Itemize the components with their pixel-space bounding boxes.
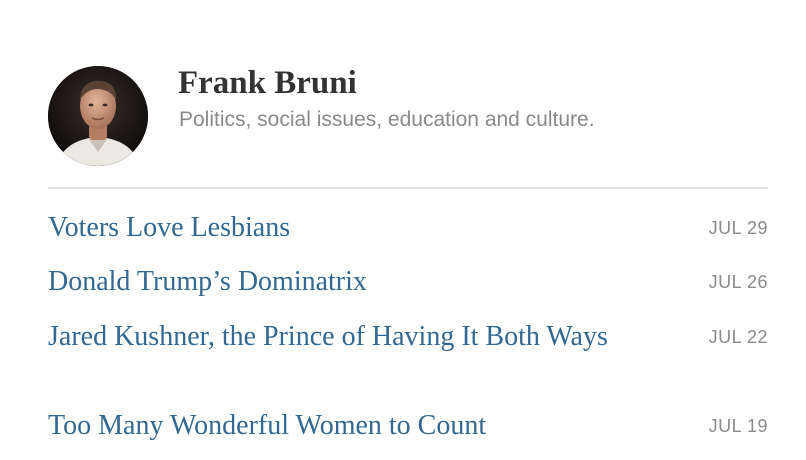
story-link[interactable]: Voters Love Lesbians (48, 210, 628, 246)
story-date: JUL 22 (708, 327, 768, 347)
story-item: Too Many Wonderful Women to Count JUL 19 (48, 408, 768, 444)
story-date: JUL 19 (708, 416, 768, 436)
divider (48, 187, 768, 189)
author-header: Frank Bruni Politics, social issues, edu… (48, 66, 768, 166)
story-link[interactable]: Too Many Wonderful Women to Count (48, 408, 628, 444)
author-avatar[interactable] (48, 66, 148, 166)
author-photo (48, 66, 148, 166)
story-item: Donald Trump’s Dominatrix JUL 26 (48, 264, 768, 300)
story-link[interactable]: Donald Trump’s Dominatrix (48, 264, 628, 300)
story-link[interactable]: Jared Kushner, the Prince of Having It B… (48, 319, 628, 355)
author-name[interactable]: Frank Bruni (178, 66, 357, 100)
columnist-module: Frank Bruni Politics, social issues, edu… (0, 0, 806, 460)
author-description: Politics, social issues, education and c… (179, 108, 595, 131)
story-item: Voters Love Lesbians JUL 29 (48, 210, 768, 246)
story-item: Jared Kushner, the Prince of Having It B… (48, 319, 768, 355)
story-date: JUL 29 (708, 218, 768, 238)
story-date: JUL 26 (708, 272, 768, 292)
